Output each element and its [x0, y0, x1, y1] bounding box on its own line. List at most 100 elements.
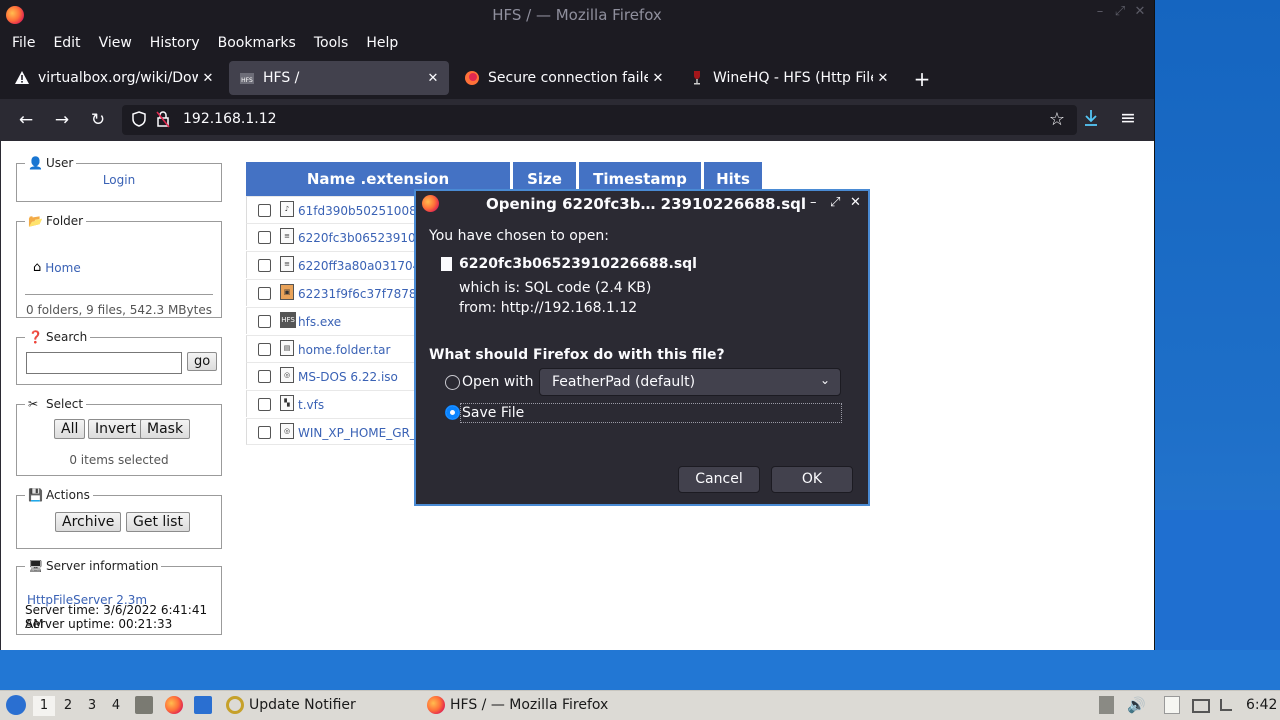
file-row[interactable]: ≡ 6220ff3a80a03170474	[246, 251, 416, 278]
file-link[interactable]: home.folder.tar	[298, 343, 416, 357]
file-checkbox[interactable]	[258, 426, 271, 439]
new-tab-icon[interactable]: +	[910, 67, 934, 91]
workspace-1[interactable]: 1	[33, 696, 55, 716]
notification-icon[interactable]	[1220, 699, 1232, 711]
tab-virtualbox[interactable]: virtualbox.org/wiki/Downl ✕	[4, 61, 224, 95]
close-tab-icon[interactable]: ✕	[198, 71, 218, 86]
forward-icon[interactable]: →	[51, 109, 73, 131]
minimize-icon[interactable]: –	[810, 195, 817, 210]
actions-panel: 💾 Actions Archive Get list	[16, 488, 222, 549]
hamburger-menu-icon[interactable]: ≡	[1120, 107, 1136, 129]
cancel-button[interactable]: Cancel	[678, 466, 760, 493]
open-with-label[interactable]: Open with	[462, 374, 534, 390]
menu-history[interactable]: History	[142, 35, 208, 51]
menu-view[interactable]: View	[91, 35, 140, 51]
network-icon[interactable]	[1192, 699, 1210, 713]
file-link[interactable]: 6220ff3a80a03170474	[298, 259, 416, 273]
file-row[interactable]: ≡ 6220fc3b06523910226	[246, 223, 416, 250]
tab-winehq[interactable]: WineHQ - HFS (Http File S ✕	[679, 61, 899, 95]
file-row[interactable]: ♪ 61fd390b50251008727	[246, 196, 416, 223]
close-icon[interactable]: ✕	[850, 195, 861, 210]
workspace-3[interactable]: 3	[81, 696, 103, 716]
firefox-task[interactable]: HFS / — Mozilla Firefox	[450, 697, 608, 713]
file-checkbox[interactable]	[258, 287, 271, 300]
file-link[interactable]: 61fd390b50251008727	[298, 204, 416, 218]
file-link[interactable]: MS-DOS 6.22.iso	[298, 370, 416, 384]
reload-icon[interactable]: ↻	[87, 109, 109, 131]
menu-bookmarks[interactable]: Bookmarks	[210, 35, 304, 51]
window-titlebar[interactable]: HFS / — Mozilla Firefox – ⤢ ✕	[0, 0, 1154, 29]
menu-file[interactable]: File	[4, 35, 43, 51]
maximize-icon[interactable]: ⤢	[1111, 4, 1129, 22]
firefox-launcher-icon[interactable]	[165, 696, 183, 714]
url-text[interactable]: 192.168.1.12	[183, 111, 277, 127]
workspace-4[interactable]: 4	[105, 696, 127, 716]
downloads-icon[interactable]	[1083, 109, 1099, 132]
firefox-icon	[464, 70, 480, 86]
winehq-icon	[689, 70, 705, 86]
desktop-icon[interactable]	[194, 696, 212, 714]
url-bar[interactable]: 192.168.1.12 ☆	[122, 105, 1077, 135]
workspace-2[interactable]: 2	[57, 696, 79, 716]
save-disk-icon: 💾	[28, 488, 43, 502]
file-link[interactable]: 6220fc3b06523910226	[298, 231, 416, 245]
file-checkbox[interactable]	[258, 315, 271, 328]
save-file-radio[interactable]	[445, 405, 460, 420]
file-checkbox[interactable]	[258, 343, 271, 356]
login-link[interactable]: Login	[103, 173, 135, 187]
save-file-label[interactable]: Save File	[462, 405, 524, 421]
clipboard-icon[interactable]	[1164, 696, 1180, 714]
home-link[interactable]: Home	[45, 261, 80, 275]
close-tab-icon[interactable]: ✕	[873, 71, 893, 86]
tab-secure-connection[interactable]: Secure connection failed ✕	[454, 61, 674, 95]
tracking-shield-icon[interactable]	[132, 111, 146, 131]
bookmark-star-icon[interactable]: ☆	[1049, 109, 1065, 130]
mask-button[interactable]: Mask	[140, 419, 191, 439]
get-list-button[interactable]: Get list	[126, 512, 190, 532]
dialog-titlebar[interactable]: Opening 6220fc3b… 23910226688.sql – ⤢ ✕	[416, 191, 868, 217]
file-row[interactable]: ◎ WIN_XP_HOME_GR_	[246, 418, 416, 445]
file-checkbox[interactable]	[258, 370, 271, 383]
update-notifier-task[interactable]: Update Notifier	[249, 697, 356, 713]
search-go-button[interactable]: go	[187, 352, 218, 371]
start-menu-icon[interactable]	[6, 695, 26, 715]
menu-help[interactable]: Help	[358, 35, 406, 51]
application-select[interactable]: FeatherPad (default) ⌄	[539, 368, 841, 396]
close-icon[interactable]: ✕	[1131, 4, 1149, 22]
file-row[interactable]: ▚ t.vfs	[246, 390, 416, 417]
back-icon[interactable]: ←	[15, 109, 37, 131]
file-checkbox[interactable]	[258, 398, 271, 411]
file-link[interactable]: t.vfs	[298, 398, 416, 412]
file-link[interactable]: 62231f9f6c37f787830	[298, 287, 416, 301]
user-legend: 👤 User	[25, 156, 76, 170]
file-checkbox[interactable]	[258, 231, 271, 244]
archive-button[interactable]: Archive	[55, 512, 122, 532]
minimize-icon[interactable]: –	[1091, 4, 1109, 22]
close-tab-icon[interactable]: ✕	[423, 71, 443, 86]
menu-edit[interactable]: Edit	[45, 35, 88, 51]
search-input[interactable]	[26, 352, 182, 374]
clock[interactable]: 6:42	[1246, 697, 1277, 713]
volume-icon[interactable]: 🔊	[1127, 696, 1146, 714]
file-checkbox[interactable]	[258, 259, 271, 272]
insecure-lock-icon[interactable]	[156, 110, 170, 132]
file-row[interactable]: ▣ 62231f9f6c37f787830	[246, 279, 416, 306]
tray-storage-icon[interactable]	[1099, 696, 1114, 714]
file-manager-icon[interactable]	[135, 696, 153, 714]
file-link[interactable]: hfs.exe	[298, 315, 416, 329]
open-with-radio[interactable]	[445, 375, 460, 390]
ok-button[interactable]: OK	[771, 466, 853, 493]
vfs-file-icon: ▚	[280, 395, 294, 411]
file-link[interactable]: WIN_XP_HOME_GR_	[298, 426, 416, 440]
close-tab-icon[interactable]: ✕	[648, 71, 668, 86]
maximize-icon[interactable]: ⤢	[830, 195, 840, 210]
file-row[interactable]: HFS hfs.exe	[246, 307, 416, 334]
file-row[interactable]: ▤ home.folder.tar	[246, 335, 416, 362]
tab-hfs[interactable]: HFS HFS / ✕	[229, 61, 449, 95]
file-row[interactable]: ◎ MS-DOS 6.22.iso	[246, 362, 416, 389]
invert-selection-button[interactable]: Invert	[88, 419, 144, 439]
update-notifier-icon[interactable]	[226, 696, 244, 714]
file-checkbox[interactable]	[258, 204, 271, 217]
menu-tools[interactable]: Tools	[306, 35, 357, 51]
select-all-button[interactable]: All	[54, 419, 86, 439]
